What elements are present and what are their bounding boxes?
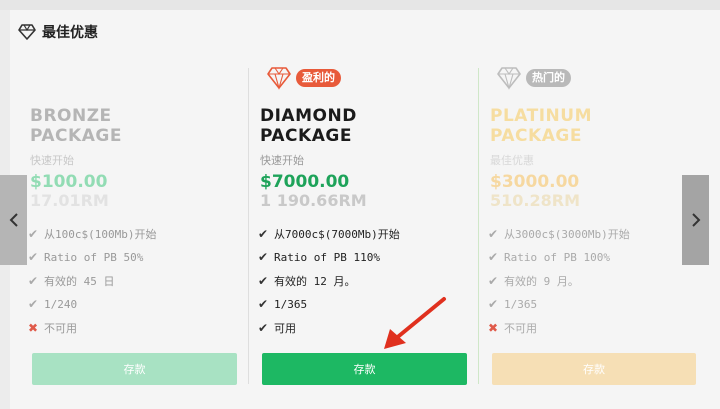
deposit-button-platinum[interactable]: 存款	[492, 353, 696, 385]
check-icon: ✔	[258, 297, 269, 312]
check-icon: ✔	[28, 297, 39, 312]
top-strip	[0, 0, 720, 10]
cross-icon: ✖	[488, 320, 499, 335]
package-price: $3000.00	[490, 172, 580, 192]
package-price: $100.00	[30, 172, 108, 192]
annotation-arrow-icon	[384, 297, 446, 349]
feature-list: ✔ 从100c$(100Mb)开始 ✔ Ratio of PB 50% ✔ 有效的 4…	[28, 222, 238, 340]
section-header: 最佳优惠	[18, 22, 98, 42]
package-card-bronze: BRONZE PACKAGE 快速开始 $100.00 17.01RM ✔ 从10…	[20, 58, 238, 398]
diamond-icon	[497, 67, 521, 90]
feature-item: ✔ 1/240	[28, 297, 78, 312]
check-icon: ✔	[258, 250, 269, 265]
feature-item: ✔ 1/365	[488, 297, 538, 312]
check-icon: ✔	[488, 273, 499, 288]
feature-item: ✔ Ratio of PB 100%	[488, 250, 610, 265]
check-icon: ✔	[488, 297, 499, 312]
feature-item: ✖ 不可用	[28, 320, 77, 335]
feature-item: ✔ 从3000c$(3000Mb)开始	[488, 226, 630, 241]
column-divider	[478, 68, 479, 384]
cross-icon: ✖	[28, 320, 39, 335]
carousel-next-button[interactable]	[682, 175, 709, 265]
chevron-left-icon	[9, 213, 18, 227]
feature-item: ✔ 从100c$(100Mb)开始	[28, 226, 157, 241]
check-icon: ✔	[258, 273, 269, 288]
feature-item: ✔ 从7000c$(7000Mb)开始	[258, 226, 400, 241]
check-icon: ✔	[488, 226, 499, 241]
diamond-icon	[267, 67, 291, 90]
badge-profitable: 盈利的	[296, 69, 341, 87]
feature-item: ✔ Ratio of PB 110%	[258, 250, 380, 265]
check-icon: ✔	[28, 226, 39, 241]
package-subtitle: 快速开始	[260, 154, 304, 167]
feature-item: ✖ 不可用	[488, 320, 537, 335]
feature-item: ✔ 有效的 12 月。	[258, 273, 356, 288]
check-icon: ✔	[258, 320, 269, 335]
section-title: 最佳优惠	[42, 25, 98, 41]
package-price: $7000.00	[260, 172, 350, 192]
check-icon: ✔	[28, 250, 39, 265]
feature-list: ✔ 从3000c$(3000Mb)开始 ✔ Ratio of PB 100% ✔ 有效…	[488, 222, 698, 340]
check-icon: ✔	[258, 226, 269, 241]
carousel-prev-button[interactable]	[0, 175, 27, 265]
package-name: PLATINUM PACKAGE	[490, 106, 592, 146]
deposit-button-bronze[interactable]: 存款	[32, 353, 237, 385]
package-subtitle: 快速开始	[30, 154, 74, 167]
deposit-button-diamond[interactable]: 存款	[262, 353, 467, 385]
package-card-platinum: 热门的 PLATINUM PACKAGE 最佳优惠 $3000.00 510.2…	[480, 58, 700, 398]
badge-popular: 热门的	[526, 69, 571, 87]
check-icon: ✔	[488, 250, 499, 265]
feature-item: ✔ 有效的 45 日	[28, 273, 115, 288]
check-icon: ✔	[28, 273, 39, 288]
feature-item: ✔ Ratio of PB 50%	[28, 250, 144, 265]
package-name: DIAMOND PACKAGE	[260, 106, 357, 146]
feature-item: ✔ 有效的 9 月。	[488, 273, 579, 288]
package-subtitle: 最佳优惠	[490, 154, 534, 167]
column-divider	[248, 68, 249, 384]
package-price-rm: 510.28RM	[490, 191, 580, 210]
diamond-icon	[18, 24, 36, 40]
package-price-rm: 17.01RM	[30, 191, 109, 210]
package-name: BRONZE PACKAGE	[30, 106, 122, 146]
package-price-rm: 1 190.66RM	[260, 191, 367, 210]
chevron-right-icon	[691, 213, 700, 227]
